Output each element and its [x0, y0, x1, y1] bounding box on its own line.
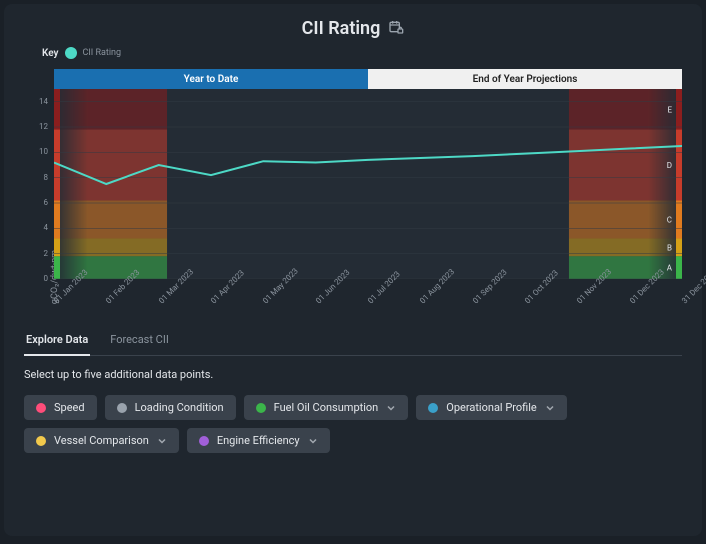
y-tick-label: 8 [44, 173, 49, 182]
legend: Key CII Rating [42, 47, 682, 59]
chip-label: Vessel Comparison [54, 434, 149, 447]
rating-band-label: B [667, 243, 672, 252]
chart-area: 02468101214 ABCDE [24, 89, 682, 279]
calendar-lock-icon[interactable] [388, 19, 404, 38]
chevron-down-icon [157, 436, 167, 446]
chevron-down-icon [308, 436, 318, 446]
chip-label: Operational Profile [446, 401, 537, 414]
y-tick-label: 6 [44, 198, 49, 207]
chip-label: Engine Efficiency [217, 434, 300, 447]
period-tab-bar: Year to Date End of Year Projections [54, 69, 682, 89]
cii-rating-card: CII Rating Key CII Rating Year to Date E… [4, 4, 702, 536]
tab-end-of-year-projections[interactable]: End of Year Projections [368, 69, 682, 89]
rating-band-label: A [667, 264, 673, 273]
y-tick-label: 2 [44, 249, 49, 258]
chip-color-dot [199, 436, 209, 446]
data-point-chip-row: Speed Loading Condition Fuel Oil Consumpti… [24, 395, 682, 453]
x-axis: 01 Jan 202301 Feb 202301 Mar 202301 Apr … [54, 297, 682, 333]
tab-year-to-date[interactable]: Year to Date [54, 69, 368, 89]
title-row: CII Rating [24, 18, 682, 39]
legend-label: Key [42, 48, 59, 59]
y-tick-label: 10 [39, 147, 48, 156]
y-axis: 02468101214 [24, 89, 54, 279]
chip-color-dot [36, 403, 46, 413]
explore-help-text: Select up to five additional data points… [24, 368, 682, 381]
tab-forecast-cii[interactable]: Forecast CII [108, 333, 171, 355]
rating-band-label: D [667, 161, 672, 170]
plot: A B C D E [54, 89, 682, 279]
y-tick-label: 0 [44, 274, 49, 283]
y-tick-label: 12 [39, 122, 48, 131]
x-tick-label: 31 Dec 2023 [680, 267, 706, 305]
chip-color-dot [428, 403, 438, 413]
chip-fuel-oil-consumption[interactable]: Fuel Oil Consumption [244, 395, 409, 420]
chip-operational-profile[interactable]: Operational Profile [416, 395, 567, 420]
chip-speed[interactable]: Speed [24, 395, 97, 420]
chip-engine-efficiency[interactable]: Engine Efficiency [187, 428, 330, 453]
tab-explore-data[interactable]: Explore Data [24, 333, 90, 356]
chevron-down-icon [386, 403, 396, 413]
y-tick-label: 4 [44, 223, 49, 232]
chip-vessel-comparison[interactable]: Vessel Comparison [24, 428, 179, 453]
y-tick-label: 14 [39, 97, 48, 106]
rating-band-label: C [667, 215, 672, 224]
chevron-down-icon [545, 403, 555, 413]
chip-label: Fuel Oil Consumption [274, 401, 379, 414]
chip-loading-condition[interactable]: Loading Condition [105, 395, 236, 420]
rating-band-label: E [667, 105, 672, 114]
chip-label: Loading Condition [135, 401, 224, 414]
page-title: CII Rating [302, 18, 381, 39]
explore-tab-bar: Explore Data Forecast CII [24, 333, 682, 356]
legend-swatch [65, 47, 77, 59]
chip-color-dot [36, 436, 46, 446]
chip-color-dot [256, 403, 266, 413]
chip-label: Speed [54, 401, 85, 414]
chip-color-dot [117, 403, 127, 413]
legend-series-name: CII Rating [83, 48, 122, 58]
